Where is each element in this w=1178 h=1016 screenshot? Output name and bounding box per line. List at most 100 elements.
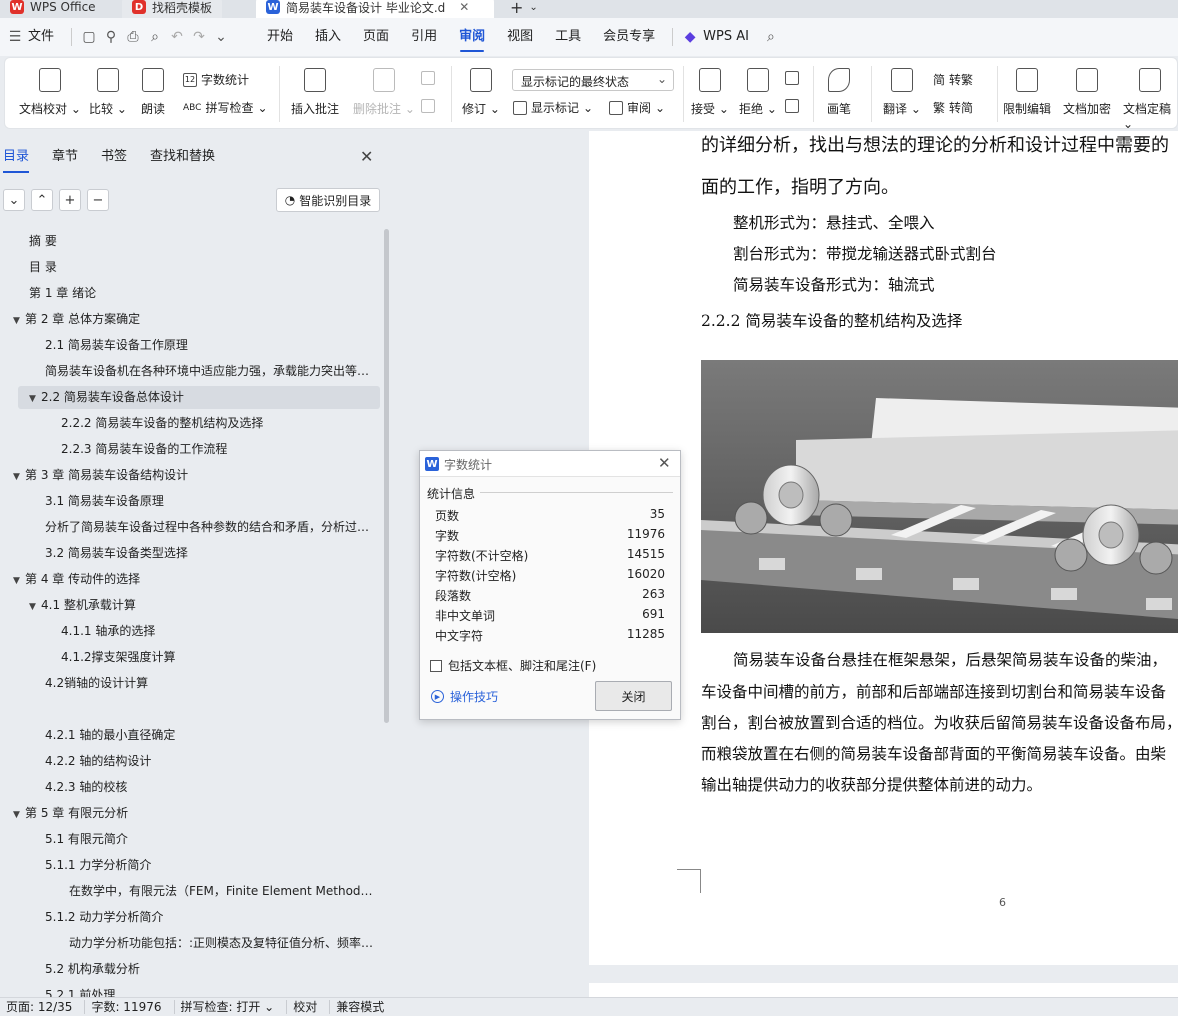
menu-review[interactable]: 审阅 [448, 18, 496, 56]
toc-item[interactable]: 2.2.3 简易装车设备的工作流程 [61, 437, 227, 461]
toc-item[interactable]: 5.2.1 前处理 [45, 983, 115, 997]
toc-item[interactable]: 3.2 简易装车设备类型选择 [45, 541, 188, 565]
search-icon[interactable]: ⌕ [760, 26, 782, 48]
nav-tab-find-replace[interactable]: 查找和替换 [150, 145, 215, 167]
toc-item[interactable]: 5.1.1 力学分析简介 [45, 853, 151, 877]
tab-label: 找稻壳模板 [152, 0, 213, 15]
toc-item[interactable]: 5.1 有限元简介 [45, 827, 128, 851]
new-tab-icon[interactable]: + ⌄ [500, 0, 548, 18]
remove-heading-button[interactable]: − [87, 189, 109, 211]
toc-item[interactable]: 2.2.2 简易装车设备的整机结构及选择 [61, 411, 263, 435]
menu-reference[interactable]: 引用 [400, 18, 448, 56]
toc-item[interactable]: 分析了简易装车设备过程中各种参数的结合和矛盾，分析过程中需要 [45, 515, 375, 539]
to-traditional-button[interactable]: 简 转繁 [933, 71, 973, 88]
spell-check-indicator[interactable]: 拼写检查: 打开 ⌄ [175, 1000, 288, 1014]
toc-item[interactable]: 5.1.2 动力学分析简介 [45, 905, 163, 929]
reject-button[interactable]: 拒绝 ⌄ [739, 68, 777, 117]
pen-button[interactable]: 画笔 [827, 68, 851, 117]
markup-mode-select[interactable]: 显示标记的最终状态 ⌄ [512, 69, 674, 91]
docer-logo-icon: D [132, 0, 146, 14]
tab-template[interactable]: D 找稻壳模板 [122, 0, 223, 18]
next-change-icon[interactable] [785, 99, 799, 113]
word-count-button[interactable]: 12 字数统计 [183, 71, 249, 88]
menu-wps-ai[interactable]: WPS AI [701, 18, 760, 56]
prev-change-icon[interactable] [785, 71, 799, 85]
toc-item[interactable]: 在数学中，有限元法（FEM，Finite Element Method）是一种 [69, 879, 375, 903]
spell-check-button[interactable]: ABC 拼写检查 ⌄ [183, 99, 268, 116]
accept-button[interactable]: 接受 ⌄ [691, 68, 729, 117]
toc-item[interactable]: 动力学分析功能包括：:正则模态及复特征值分析、频率响应分析 [69, 931, 375, 955]
menu-view[interactable]: 视图 [496, 18, 544, 56]
delete-comment-button[interactable]: 删除批注 ⌄ [353, 68, 415, 117]
toc-item[interactable]: ▼ 第 5 章 有限元分析 [13, 801, 128, 825]
translate-button[interactable]: 翻译 ⌄ [883, 68, 921, 117]
toc-item[interactable]: 4.2销轴的设计计算 [45, 671, 148, 695]
to-simplified-button[interactable]: 繁 转简 [933, 99, 973, 116]
save-icon[interactable]: ▢ [78, 26, 100, 48]
page-indicator[interactable]: 页面: 12/35 [0, 1000, 86, 1014]
print-preview-icon[interactable]: ⌕ [144, 26, 166, 48]
close-tab-icon[interactable]: ✕ [459, 0, 469, 14]
tab-wps-office[interactable]: W WPS Office [0, 0, 106, 18]
toc-item[interactable]: ▼ 第 3 章 简易装车设备结构设计 [13, 463, 188, 487]
compare-button[interactable]: 比较 ⌄ [89, 68, 127, 117]
toc-item[interactable]: 4.1.1 轴承的选择 [61, 619, 155, 643]
toc-item[interactable]: ▼ 2.2 简易装车设备总体设计 [29, 385, 184, 409]
close-icon[interactable]: ✕ [658, 454, 671, 472]
print-icon[interactable]: ⎙ [122, 26, 144, 48]
track-changes-button[interactable]: 修订 ⌄ [462, 68, 500, 117]
tips-link[interactable]: ▶ 操作技巧 [431, 688, 498, 705]
nav-tab-sections[interactable]: 章节 [52, 145, 78, 167]
menu-page[interactable]: 页面 [352, 18, 400, 56]
restrict-edit-button[interactable]: 限制编辑 [1003, 68, 1051, 117]
toc-item[interactable]: 3.1 简易装车设备原理 [45, 489, 164, 513]
hamburger-icon[interactable]: ☰ [4, 26, 26, 48]
nav-tab-toc[interactable]: 目录 [3, 145, 30, 173]
toc-item[interactable]: 简易装车设备机在各种环境中适应能力强，承载能力突出等优点 [45, 359, 375, 383]
close-icon[interactable]: ✕ [360, 147, 373, 166]
checkbox-box[interactable] [430, 659, 442, 672]
tab-document[interactable]: W 简易装车设备设计 毕业论文.d ✕ [256, 0, 494, 18]
show-markup-button[interactable]: 显示标记 ⌄ [513, 99, 593, 116]
toc-item[interactable]: ▼ 第 4 章 传动件的选择 [13, 567, 140, 591]
dialog-title-bar[interactable]: W 字数统计 ✕ [420, 451, 680, 477]
include-textbox-checkbox[interactable]: 包括文本框、脚注和尾注(F) [430, 657, 596, 674]
toc-item[interactable]: 5.2 机构承载分析 [45, 957, 140, 981]
toc-item[interactable]: 2.1 简易装车设备工作原理 [45, 333, 188, 357]
menu-start[interactable]: 开始 [256, 18, 304, 56]
chevron-down-icon[interactable]: ⌄ [210, 26, 232, 48]
menu-tools[interactable]: 工具 [544, 18, 592, 56]
toc-item[interactable]: 目 录 [29, 255, 57, 279]
encrypt-button[interactable]: 文档加密 [1063, 68, 1111, 117]
share-icon[interactable]: ⚲ [100, 26, 122, 48]
toc-item[interactable]: 第 1 章 绪论 [29, 281, 96, 305]
toc-item[interactable]: 4.1.2撑支架强度计算 [61, 645, 176, 669]
toc-item[interactable]: ▼ 第 2 章 总体方案确定 [13, 307, 140, 331]
smart-toc-button[interactable]: ◔ 智能识别目录 [276, 188, 380, 212]
insert-comment-button[interactable]: 插入批注 [291, 68, 339, 117]
toc-item[interactable]: 4.2.2 轴的结构设计 [45, 749, 151, 773]
toc-item[interactable]: 4.2.1 轴的最小直径确定 [45, 723, 175, 747]
add-heading-button[interactable]: + [59, 189, 81, 211]
menu-vip[interactable]: 会员专享 [592, 18, 666, 56]
undo-icon[interactable]: ↶ [166, 26, 188, 48]
toc-item[interactable]: 摘 要 [29, 229, 57, 253]
expand-up-button[interactable]: ⌃ [31, 189, 53, 211]
toc-item[interactable]: ▼ 4.1 整机承载计算 [29, 593, 136, 617]
finalize-button[interactable]: 文档定稿 ⌄ [1123, 68, 1177, 131]
next-comment-icon[interactable] [421, 99, 435, 113]
review-pane-button[interactable]: 审阅 ⌄ [609, 99, 665, 116]
proofread-button[interactable]: 文档校对 ⌄ [19, 68, 81, 117]
redo-icon[interactable]: ↷ [188, 26, 210, 48]
word-count-indicator[interactable]: 字数: 11976 [85, 1000, 175, 1014]
proof-indicator[interactable]: 校对 [287, 1000, 331, 1014]
toc-item[interactable]: 4.2.3 轴的校核 [45, 775, 127, 799]
collapse-all-button[interactable]: ⌄ [3, 189, 25, 211]
menu-insert[interactable]: 插入 [304, 18, 352, 56]
close-button[interactable]: 关闭 [595, 681, 672, 711]
read-aloud-button[interactable]: 朗读 [141, 68, 165, 117]
prev-comment-icon[interactable] [421, 71, 435, 85]
nav-tab-bookmarks[interactable]: 书签 [101, 145, 127, 167]
nav-scrollbar[interactable] [384, 229, 389, 723]
menu-file[interactable]: 文件 [26, 18, 65, 56]
